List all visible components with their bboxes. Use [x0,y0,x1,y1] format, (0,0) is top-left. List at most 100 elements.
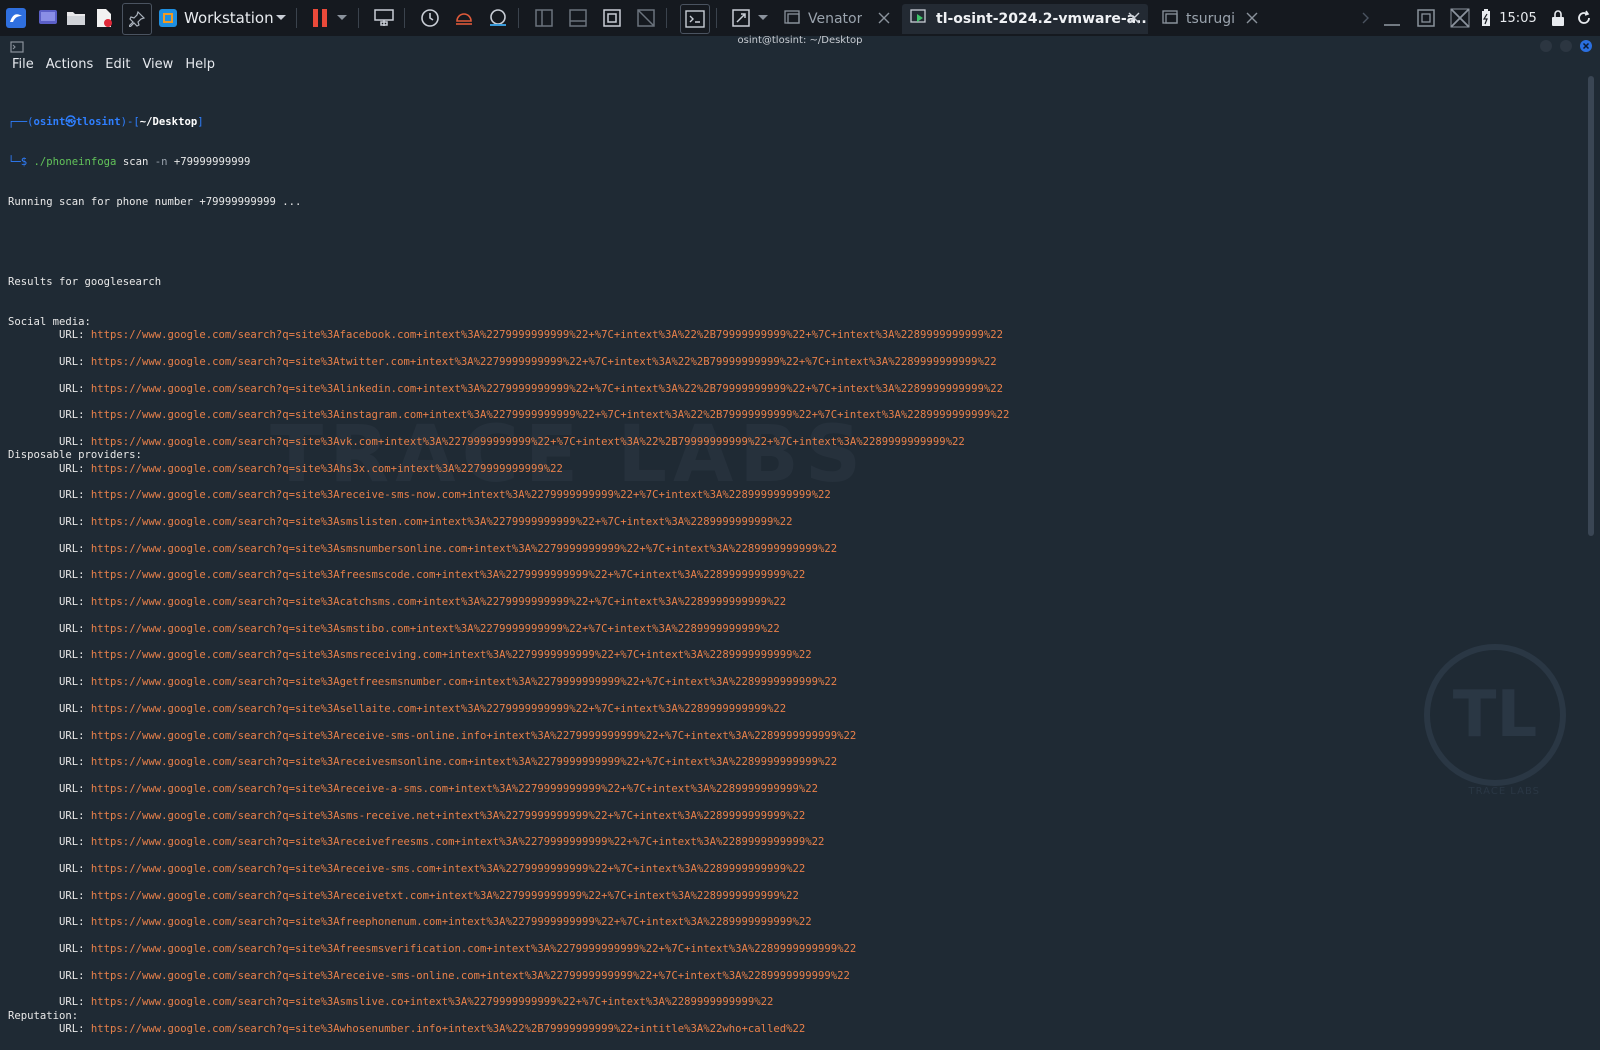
url-link[interactable]: https://www.google.com/search?q=site%3Ar… [91,489,831,501]
tab-tsurugi[interactable]: tsurugi [1154,4,1266,34]
document-icon[interactable] [92,0,116,36]
menu-edit[interactable]: Edit [99,57,136,72]
send-ctrl-alt-del-icon[interactable] [370,0,398,36]
url-link[interactable]: https://www.google.com/search?q=site%3As… [91,703,786,715]
terminal-scrollbar[interactable] [1588,76,1594,536]
url-label: URL: [8,622,91,635]
workstation-menu[interactable]: Workstation [184,0,274,36]
vm-tab-icon [784,10,800,28]
url-link[interactable]: https://www.google.com/search?q=site%3As… [91,623,780,635]
maximize-button[interactable] [1560,40,1572,52]
show-library-icon[interactable] [530,0,558,36]
url-link[interactable]: https://www.google.com/search?q=site%3As… [91,996,773,1008]
url-label: URL: [8,409,91,422]
stretch-dropdown-icon[interactable] [756,0,770,36]
power-dropdown-icon[interactable] [334,0,350,36]
lock-icon[interactable] [1548,0,1568,36]
close-icon[interactable] [1244,10,1260,26]
close-window-icon[interactable] [1446,0,1474,36]
url-link[interactable]: https://www.google.com/search?q=site%3As… [91,810,805,822]
url-line: URL: https://www.google.com/search?q=sit… [8,649,1568,662]
url-link[interactable]: https://www.google.com/search?q=site%3Ai… [91,409,1009,421]
minimize-icon[interactable] [1378,0,1406,36]
url-line: URL: https://www.google.com/search?q=sit… [8,783,1568,796]
terminal-output[interactable]: ┌──(osint㉿tlosint)-[~/Desktop] └─$ ./pho… [8,89,1568,1035]
full-screen-icon[interactable] [598,0,626,36]
url-link[interactable]: https://www.google.com/search?q=site%3Af… [91,943,856,955]
vm-running-icon [910,9,928,29]
close-button[interactable] [1580,40,1592,52]
folder-icon[interactable] [64,0,88,36]
url-label: URL: [8,996,91,1009]
results-header: Results for googlesearch [8,275,162,288]
url-line: URL: https://www.google.com/search?q=sit… [8,916,1568,929]
tab-tl-osint[interactable]: tl-osint-2024.2-vmware-a... [902,4,1148,34]
url-label: URL: [8,702,91,715]
close-icon[interactable] [876,10,892,26]
pin-icon[interactable] [122,3,152,35]
url-link[interactable]: https://www.google.com/search?q=site%3Ah… [91,463,563,475]
menu-help[interactable]: Help [179,57,221,72]
url-link[interactable]: https://www.google.com/search?q=site%3Al… [91,383,1003,395]
app-menu-icon[interactable] [2,0,30,36]
url-link[interactable]: https://www.google.com/search?q=site%3Ar… [91,783,818,795]
menu-actions[interactable]: Actions [40,57,100,72]
url-link[interactable]: https://www.google.com/search?q=site%3Ar… [91,730,856,742]
url-link[interactable]: https://www.google.com/search?q=site%3As… [91,649,812,661]
prompt-line: ┌──(osint㉿tlosint)-[~/Desktop] [8,116,1568,129]
menu-file[interactable]: File [6,57,40,72]
url-link[interactable]: https://www.google.com/search?q=site%3Ar… [91,756,837,768]
url-link[interactable]: https://www.google.com/search?q=site%3As… [91,543,837,555]
workstation-dropdown-icon[interactable] [272,0,290,36]
stretch-guest-icon[interactable] [728,0,754,36]
revert-snapshot-icon[interactable] [450,0,478,36]
url-line: URL: https://www.google.com/search?q=sit… [8,543,1568,556]
url-link[interactable]: https://www.google.com/search?q=site%3Af… [91,569,805,581]
minimize-button[interactable] [1540,40,1552,52]
url-line: URL: https://www.google.com/search?q=sit… [8,943,1568,956]
url-line: URL: https://www.google.com/search?q=sit… [8,329,1568,342]
url-link[interactable]: https://www.google.com/search?q=site%3Ar… [91,836,824,848]
terminal-menubar: File Actions Edit View Help [0,52,1600,76]
url-link[interactable]: https://www.google.com/search?q=site%3Ar… [91,970,850,982]
url-label: URL: [8,969,91,982]
thumbnail-bar-icon[interactable] [564,0,592,36]
unity-icon[interactable] [632,0,660,36]
url-label: URL: [8,943,91,955]
vmware-icon[interactable] [156,0,180,36]
url-link[interactable]: https://www.google.com/search?q=site%3Ac… [91,596,786,608]
section-title: Disposable providers: [8,449,142,462]
close-icon[interactable] [1126,10,1142,26]
url-link[interactable]: https://www.google.com/search?q=site%3Av… [91,436,965,448]
refresh-icon[interactable] [1574,0,1594,36]
console-view-icon[interactable] [680,4,710,34]
url-line: URL: https://www.google.com/search?q=sit… [8,676,1568,689]
menu-view[interactable]: View [136,57,179,72]
url-link[interactable]: https://www.google.com/search?q=site%3At… [91,356,997,368]
workstation-label: Workstation [184,9,274,27]
snapshot-icon[interactable] [416,0,444,36]
url-link[interactable]: https://www.google.com/search?q=site%3Af… [91,329,1003,341]
url-link[interactable]: https://www.google.com/search?q=site%3As… [91,516,793,528]
snapshot-manager-icon[interactable] [484,0,512,36]
command-flag: -n [154,155,168,168]
tab-label: tl-osint-2024.2-vmware-a... [936,11,1148,27]
prompt-user: osint㉿tlosint [33,115,121,128]
url-link[interactable]: https://www.google.com/search?q=site%3Aw… [91,1023,805,1035]
url-link[interactable]: https://www.google.com/search?q=site%3Ag… [91,676,837,688]
url-link[interactable]: https://www.google.com/search?q=site%3Af… [91,916,812,928]
desktop-icon[interactable] [36,0,60,36]
restore-icon[interactable] [1412,0,1440,36]
pause-icon[interactable] [308,0,332,36]
tab-venator[interactable]: Venator [776,4,898,34]
tab-scroll-right-icon[interactable] [1360,0,1372,36]
url-link[interactable]: https://www.google.com/search?q=site%3Ar… [91,863,805,875]
